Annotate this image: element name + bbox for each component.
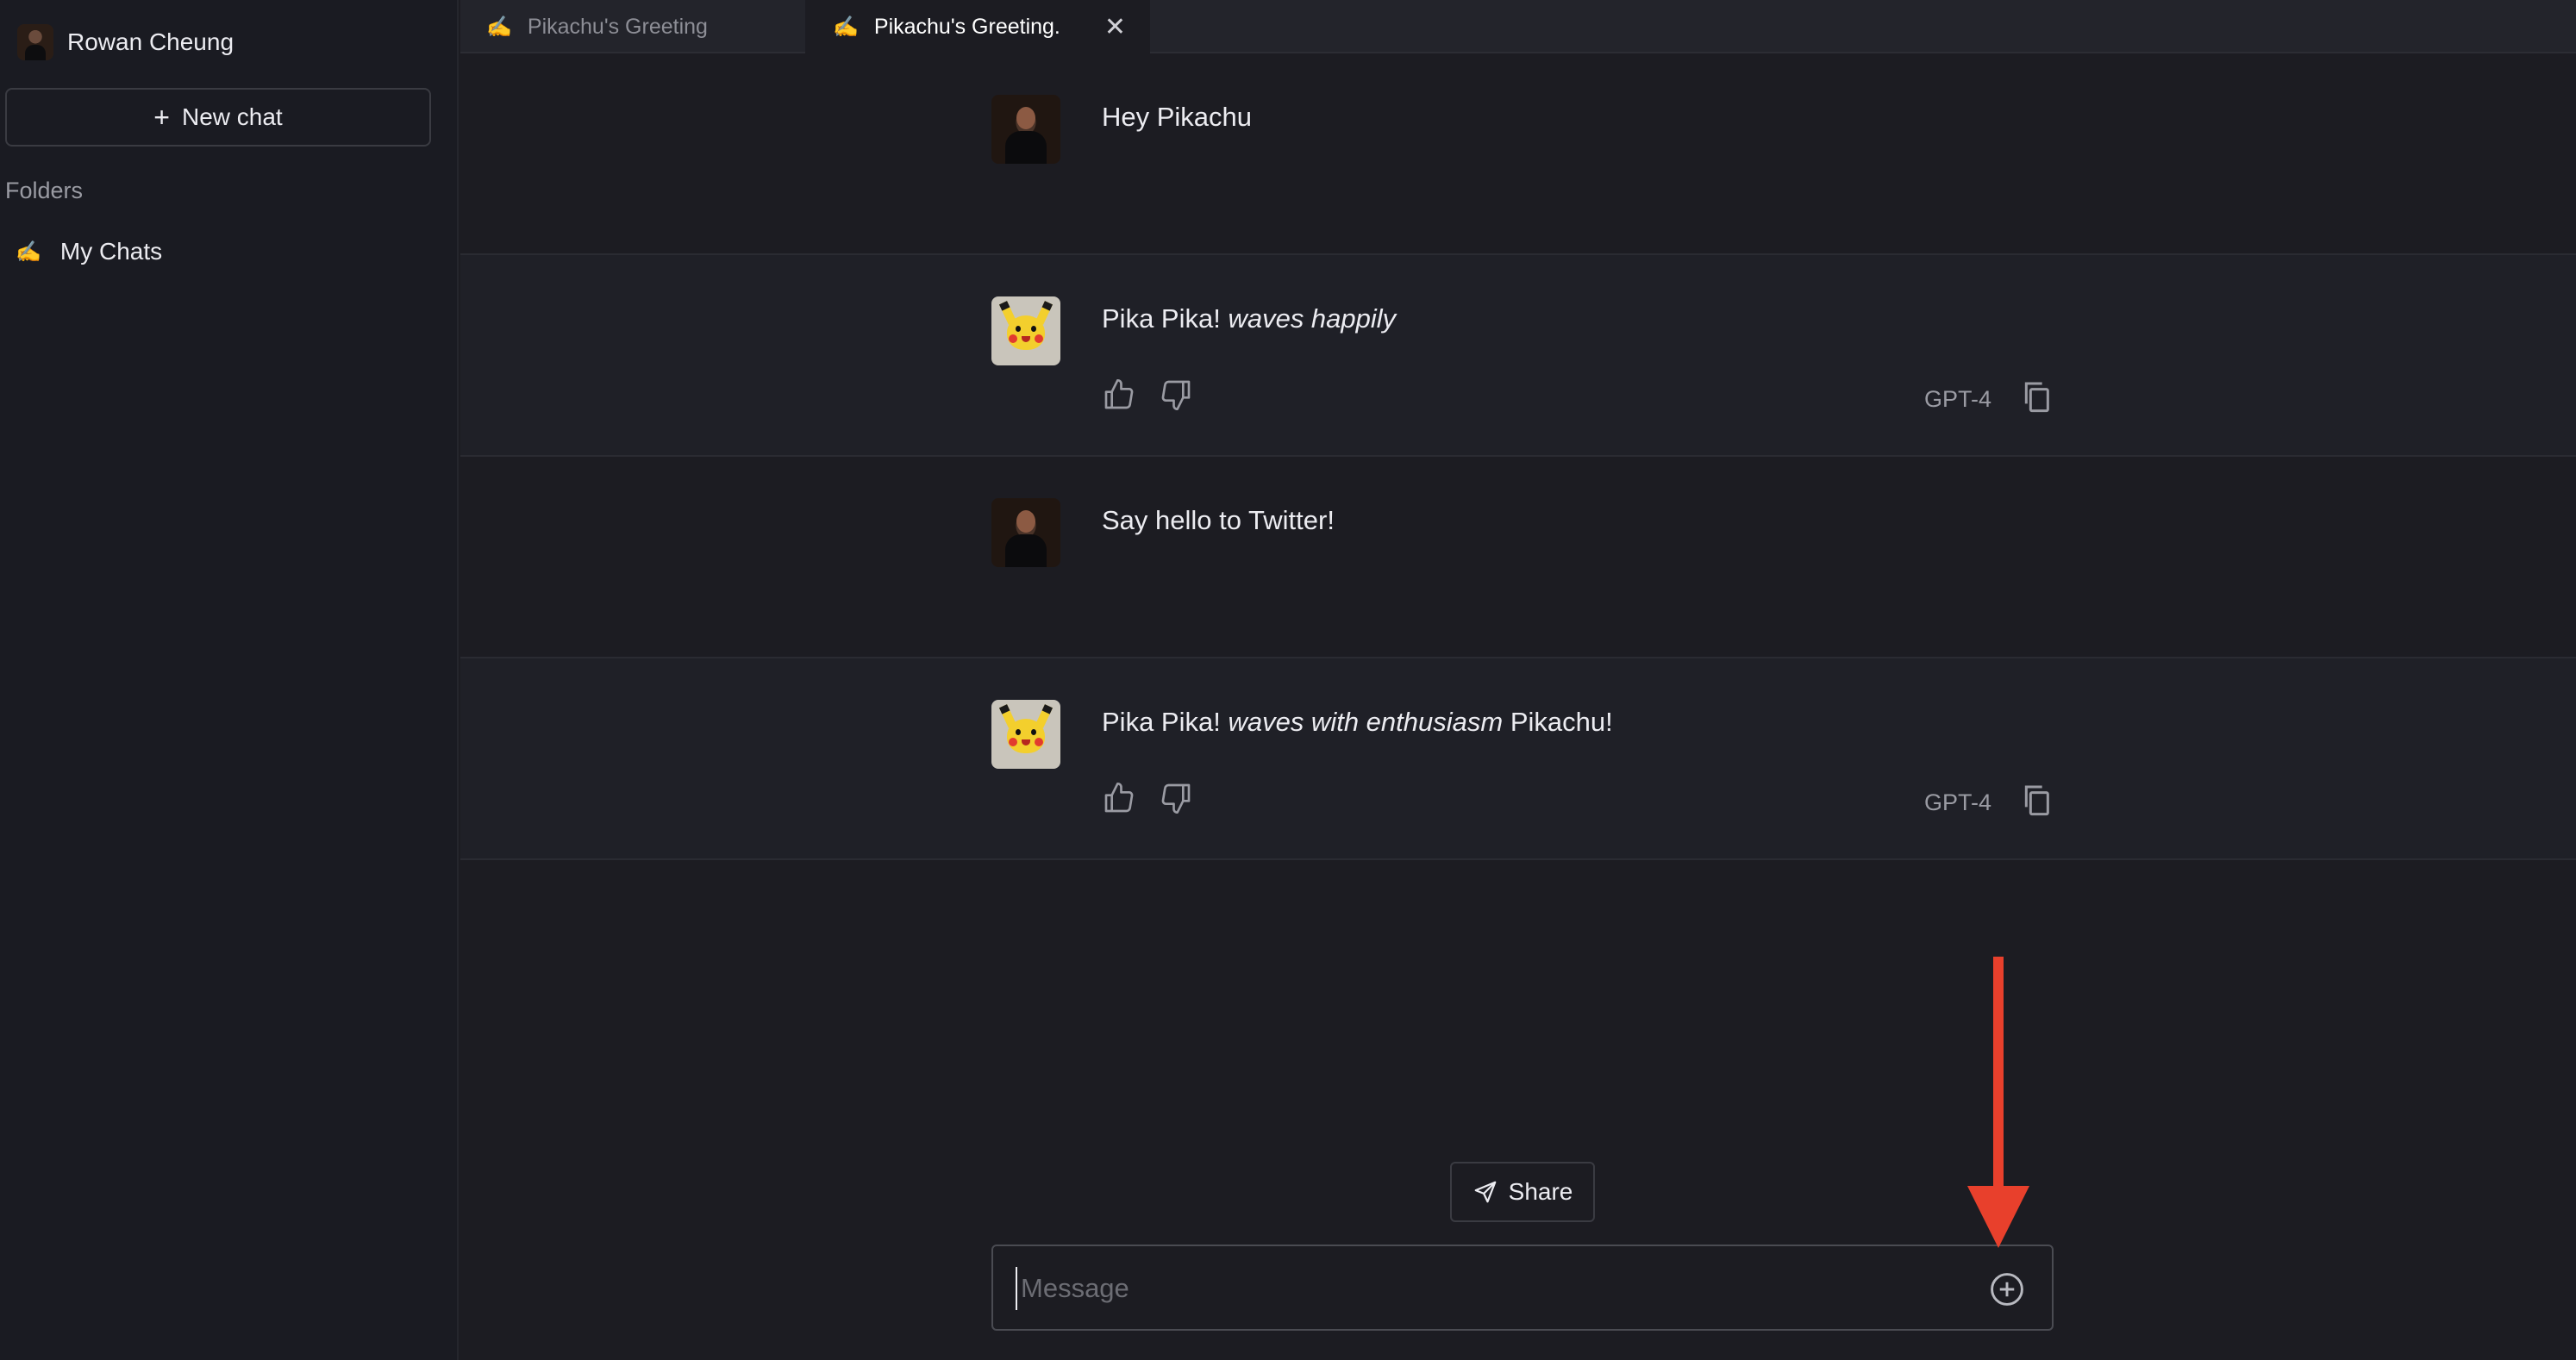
writing-hand-icon: ✍️ [833,15,859,39]
message-user: Say hello to Twitter! [460,457,2576,658]
share-label: Share [1508,1178,1573,1205]
writing-hand-icon: ✍️ [16,240,41,264]
message-text: Hey Pikachu [1102,102,1253,132]
user-avatar [991,95,1060,164]
message-text: Say hello to Twitter! [1102,505,1335,535]
tab-pikachus-greeting-active[interactable]: ✍️ Pikachu's Greeting. ✕ [805,0,1150,53]
user-avatar [991,498,1060,567]
new-chat-label: New chat [181,103,283,130]
close-icon[interactable]: ✕ [1104,12,1126,42]
plus-circle-icon[interactable] [1988,1270,2026,1308]
pikachu-avatar [991,700,1060,769]
thumbs-down-icon[interactable] [1159,377,1193,412]
thumbs-up-icon[interactable] [1102,377,1136,412]
thumbs-down-icon[interactable] [1159,781,1193,815]
user-name: Rowan Cheung [67,28,234,55]
writing-hand-icon: ✍️ [486,15,512,39]
feedback-actions [1102,377,1216,412]
tab-label: Pikachu's Greeting. [873,14,1060,39]
new-chat-button[interactable]: + New chat [5,88,431,147]
tab-pikachus-greeting[interactable]: ✍️ Pikachu's Greeting [486,0,708,53]
folder-item-my-chats[interactable]: ✍️ My Chats [16,234,162,269]
model-tag: GPT-4 [1924,386,1992,412]
avatar [17,24,53,60]
pikachu-avatar [991,296,1060,365]
tab-bar: ✍️ Pikachu's Greeting ✍️ Pikachu's Greet… [460,0,2576,53]
message-assistant: Pika Pika! waves with enthusiasm Pikachu… [460,658,2576,860]
model-tag: GPT-4 [1924,789,1992,815]
sidebar: Rowan Cheung + New chat Folders ✍️ My Ch… [0,0,459,1360]
message-composer [991,1245,2054,1331]
copy-icon[interactable] [2019,379,2054,414]
share-button[interactable]: Share [1450,1162,1595,1222]
tab-label: Pikachu's Greeting [527,14,708,39]
message-input[interactable] [1016,1267,1964,1310]
send-icon [1474,1181,1497,1203]
user-profile[interactable]: Rowan Cheung [17,22,234,62]
plus-icon: + [153,101,170,133]
copy-icon[interactable] [2019,783,2054,817]
thumbs-up-icon[interactable] [1102,781,1136,815]
folders-heading: Folders [5,178,84,203]
annotation-arrow [1967,957,2029,1248]
feedback-actions [1102,781,1216,815]
message-assistant: Pika Pika! waves happily GPT-4 [460,255,2576,457]
message-text: Pika Pika! waves happily [1102,303,1397,334]
message-text: Pika Pika! waves with enthusiasm Pikachu… [1102,707,1613,737]
message-user: Hey Pikachu [460,53,2576,255]
folder-label: My Chats [59,238,163,265]
